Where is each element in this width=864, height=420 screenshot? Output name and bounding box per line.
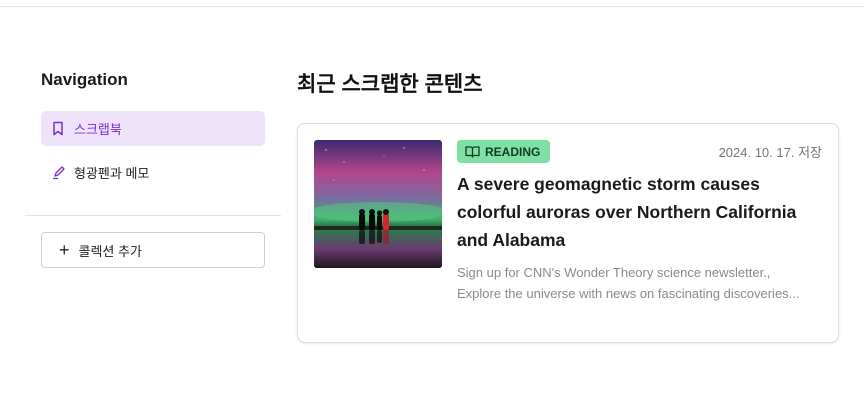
sidebar-item-highlights[interactable]: 형광펜과 메모: [41, 155, 265, 190]
card-description-line: Explore the universe with news on fascin…: [457, 286, 800, 301]
content-card[interactable]: READING 2024. 10. 17. 저장 A severe geomag…: [297, 123, 839, 343]
reading-badge: READING: [457, 140, 551, 163]
plus-icon: +: [59, 240, 70, 260]
sidebar-item-label: 형광펜과 메모: [74, 166, 150, 181]
book-open-icon: [465, 145, 480, 158]
badge-label: READING: [485, 144, 541, 159]
add-collection-button[interactable]: + 콜렉션 추가: [41, 232, 265, 268]
nav-title: Navigation: [41, 70, 128, 89]
add-collection-label: 콜렉션 추가: [78, 243, 142, 259]
highlighter-icon: [50, 165, 66, 181]
saved-date: 2024. 10. 17. 저장: [718, 145, 822, 160]
sidebar-divider: [25, 215, 281, 216]
top-border: [0, 6, 864, 7]
page-title: 최근 스크랩한 콘텐츠: [297, 73, 483, 96]
thumbnail-image: [314, 140, 442, 268]
sidebar-item-label: 스크랩북: [74, 122, 122, 137]
card-description-line: Sign up for CNN's Wonder Theory science …: [457, 265, 771, 280]
sidebar-item-scrapbook[interactable]: 스크랩북: [41, 111, 265, 146]
card-description: Sign up for CNN's Wonder Theory science …: [457, 262, 823, 304]
card-headline[interactable]: A severe geomagnetic storm causes colorf…: [457, 170, 827, 254]
bookmark-icon: [50, 121, 66, 137]
